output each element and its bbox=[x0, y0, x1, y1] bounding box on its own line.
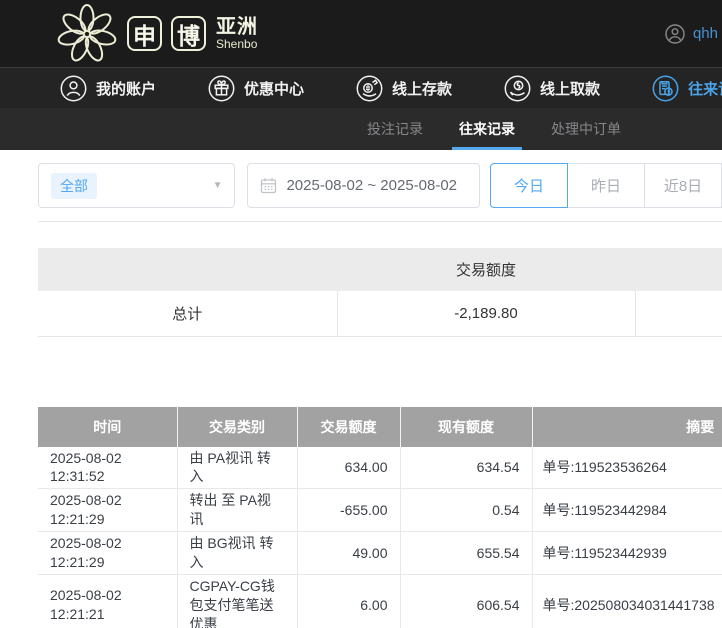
quick-date-buttons: 今日 昨日 近8日 bbox=[490, 163, 722, 208]
nav-item-deposit[interactable]: 线上存款 bbox=[356, 75, 452, 102]
summary-empty-cell bbox=[635, 291, 722, 336]
type-select[interactable]: 全部 ▼ bbox=[38, 163, 235, 208]
table-cell: 单号:119523536264 bbox=[532, 447, 722, 489]
table-cell: 634.00 bbox=[297, 447, 400, 489]
type-selected-tag[interactable]: 全部 bbox=[51, 173, 97, 199]
table-row: 2025-08-02 12:21:21CGPAY-CG钱包支付笔笔送优惠6.00… bbox=[38, 574, 722, 628]
top-header: 申 博 亚洲 Shenbo qhh bbox=[0, 0, 722, 67]
today-button[interactable]: 今日 bbox=[490, 163, 568, 208]
nav-item-transaction-records[interactable]: 往来记录 bbox=[652, 75, 722, 102]
user-area[interactable]: qhh bbox=[665, 24, 718, 44]
deposit-icon bbox=[356, 75, 383, 102]
table-cell: 2025-08-02 12:31:52 bbox=[38, 447, 177, 489]
summary-total-label: 总计 bbox=[38, 291, 337, 336]
table-cell: 49.00 bbox=[297, 532, 400, 575]
filter-row: 全部 ▼ 2025-08-02 ~ 2025-08-02 今日 昨日 近8日 bbox=[38, 163, 722, 208]
nav-label: 线上取款 bbox=[540, 78, 600, 99]
table-header-cell: 现有额度 bbox=[400, 407, 532, 447]
summary-header-empty bbox=[635, 248, 722, 291]
table-cell: 634.54 bbox=[400, 447, 532, 489]
nav-label: 我的账户 bbox=[96, 78, 156, 99]
transactions-table: 时间交易类别交易额度现有额度摘要 2025-08-02 12:31:52由 PA… bbox=[38, 407, 722, 628]
summary-table: 交易额度 总计 -2,189.80 bbox=[38, 248, 722, 337]
nav-item-my-account[interactable]: 我的账户 bbox=[60, 75, 156, 102]
table-row: 2025-08-02 12:21:29转出 至 PA视讯-655.000.54单… bbox=[38, 489, 722, 532]
nav-label: 优惠中心 bbox=[244, 78, 304, 99]
records-icon bbox=[652, 75, 679, 102]
table-header-cell: 交易类别 bbox=[177, 407, 297, 447]
sub-tab-bar: 投注记录 往来记录 处理中订单 bbox=[0, 108, 722, 150]
table-header-cell: 时间 bbox=[38, 407, 177, 447]
tab-transaction-records[interactable]: 往来记录 bbox=[452, 108, 522, 150]
table-cell: 2025-08-02 12:21:21 bbox=[38, 574, 177, 628]
withdraw-icon bbox=[504, 75, 531, 102]
table-cell: 0.54 bbox=[400, 489, 532, 532]
table-header-cell: 交易额度 bbox=[297, 407, 400, 447]
user-icon bbox=[60, 75, 87, 102]
tab-pending-orders[interactable]: 处理中订单 bbox=[544, 108, 628, 150]
user-avatar-icon bbox=[665, 24, 685, 44]
logo-region-text: 亚洲 bbox=[216, 17, 258, 37]
date-range-picker[interactable]: 2025-08-02 ~ 2025-08-02 bbox=[247, 163, 480, 208]
content-area: 全部 ▼ 2025-08-02 ~ 2025-08-02 今日 昨日 近8日 bbox=[0, 163, 722, 628]
brand-logo[interactable]: 申 博 亚洲 Shenbo bbox=[56, 3, 258, 65]
summary-header-empty bbox=[38, 248, 337, 291]
yesterday-button[interactable]: 昨日 bbox=[567, 163, 645, 208]
tab-betting-records[interactable]: 投注记录 bbox=[360, 108, 430, 150]
logo-char: 博 bbox=[177, 17, 200, 51]
table-cell: 2025-08-02 12:21:29 bbox=[38, 489, 177, 532]
table-row: 2025-08-02 12:31:52由 PA视讯 转入634.00634.54… bbox=[38, 447, 722, 489]
nav-label: 往来记录 bbox=[688, 78, 722, 99]
username-text[interactable]: qhh bbox=[693, 25, 718, 42]
summary-header-row: 交易额度 bbox=[38, 248, 722, 291]
table-cell: 由 PA视讯 转入 bbox=[177, 447, 297, 489]
summary-total-row: 总计 -2,189.80 bbox=[38, 291, 722, 336]
nav-label: 线上存款 bbox=[392, 78, 452, 99]
transactions-header-row: 时间交易类别交易额度现有额度摘要 bbox=[38, 407, 722, 447]
summary-total-amount: -2,189.80 bbox=[337, 291, 635, 336]
main-nav: 我的账户 优惠中心 线上存款 bbox=[0, 67, 722, 108]
table-header-cell: 摘要 bbox=[532, 407, 722, 447]
table-cell: 由 BG视讯 转入 bbox=[177, 532, 297, 575]
gift-icon bbox=[208, 75, 235, 102]
table-cell: 转出 至 PA视讯 bbox=[177, 489, 297, 532]
table-cell: 606.54 bbox=[400, 574, 532, 628]
nav-item-withdraw[interactable]: 线上取款 bbox=[504, 75, 600, 102]
nav-item-promotions[interactable]: 优惠中心 bbox=[208, 75, 304, 102]
calendar-icon bbox=[260, 177, 277, 194]
chevron-down-icon: ▼ bbox=[213, 180, 223, 191]
date-range-text: 2025-08-02 ~ 2025-08-02 bbox=[286, 177, 457, 194]
logo-char-box: 申 bbox=[127, 16, 162, 51]
logo-en-text: Shenbo bbox=[216, 37, 258, 51]
logo-char: 申 bbox=[133, 17, 156, 51]
table-cell: 单号:119523442984 bbox=[532, 489, 722, 532]
table-cell: 6.00 bbox=[297, 574, 400, 628]
logo-char-box: 博 bbox=[171, 16, 206, 51]
table-cell: CGPAY-CG钱包支付笔笔送优惠 bbox=[177, 574, 297, 628]
table-cell: 单号:202508034031441738 bbox=[532, 574, 722, 628]
table-cell: -655.00 bbox=[297, 489, 400, 532]
table-cell: 655.54 bbox=[400, 532, 532, 575]
table-cell: 单号:119523442939 bbox=[532, 532, 722, 575]
last-8-days-button[interactable]: 近8日 bbox=[644, 163, 722, 208]
summary-header-amount: 交易额度 bbox=[337, 248, 635, 291]
flower-logo-icon bbox=[56, 3, 118, 65]
table-row: 2025-08-02 12:21:29由 BG视讯 转入49.00655.54单… bbox=[38, 532, 722, 575]
table-cell: 2025-08-02 12:21:29 bbox=[38, 532, 177, 575]
